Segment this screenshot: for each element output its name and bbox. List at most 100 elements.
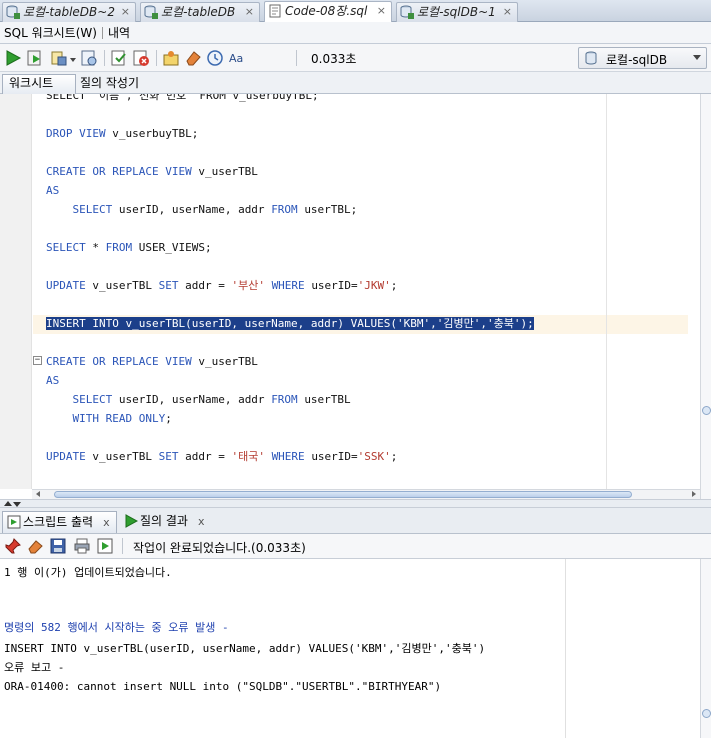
scroll-left-icon[interactable] <box>36 491 40 497</box>
database-icon <box>585 51 597 65</box>
scroll-knob[interactable] <box>702 709 711 718</box>
pin-icon[interactable] <box>5 538 21 554</box>
worksheet-mode-bar: SQL 워크시트(W) 내역 <box>0 22 711 44</box>
code-line[interactable]: SELECT 이름 , 전화 번호 FROM v_userbuyTBL; <box>46 94 319 105</box>
scroll-thumb[interactable] <box>54 491 632 498</box>
code-line[interactable]: SELECT * FROM USER_VIEWS; <box>46 238 212 257</box>
code-token: v_userTBL <box>92 450 159 463</box>
connection-select[interactable]: 로컬-sqlDB <box>578 47 707 69</box>
code-line[interactable]: UPDATE v_userTBL SET addr = '태국' WHERE u… <box>46 447 397 466</box>
sql-tuning-icon[interactable] <box>162 49 180 67</box>
expand-up-icon[interactable] <box>4 501 12 506</box>
code-token: FROM <box>105 241 139 254</box>
autotrace-icon[interactable] <box>50 49 68 67</box>
code-token: SELECT <box>46 203 119 216</box>
close-icon[interactable]: × <box>377 2 386 20</box>
code-line[interactable]: AS <box>46 371 59 390</box>
expand-down-icon[interactable] <box>13 502 21 507</box>
code-token: CREATE OR REPLACE VIEW <box>46 165 199 178</box>
output-toolbar: 작업이 완료되었습니다.(0.033초) <box>0 534 711 559</box>
close-icon[interactable]: × <box>503 3 512 21</box>
output-line: ORA-01400: cannot insert NULL into ("SQL… <box>4 680 442 693</box>
code-token: UPDATE <box>46 279 93 292</box>
print-icon[interactable] <box>74 538 90 554</box>
code-line[interactable]: CREATE OR REPLACE VIEW v_userTBL <box>46 352 258 371</box>
code-line[interactable]: SELECT userID, userName, addr FROM userT… <box>46 200 357 219</box>
doc-tab-local-tabledb-2[interactable]: 로컬-tableDB~2 × <box>2 2 136 22</box>
code-line[interactable]: UPDATE v_userTBL SET addr = '부산' WHERE u… <box>46 276 397 295</box>
doc-tab-local-tabledb[interactable]: 로컬-tableDB × <box>140 2 260 22</box>
sql-history-icon[interactable] <box>206 49 224 67</box>
code-token: AS <box>46 184 60 197</box>
run-result-icon <box>125 514 138 528</box>
doc-tab-code-08-sql[interactable]: Code-08장.sql × <box>264 1 392 23</box>
chevron-down-icon[interactable] <box>70 58 76 62</box>
sql-file-icon <box>269 4 281 18</box>
tab-query-builder[interactable]: 질의 작성기 <box>74 75 145 94</box>
code-token: ; <box>390 450 398 463</box>
code-line[interactable]: WITH READ ONLY; <box>46 409 172 428</box>
code-token: WHERE <box>271 450 312 463</box>
code-token: 'JKW' <box>357 279 391 292</box>
code-token: DROP VIEW <box>46 127 113 140</box>
code-token: WITH READ ONLY <box>46 412 166 425</box>
explain-plan-icon[interactable] <box>80 49 98 67</box>
rollback-icon[interactable] <box>132 49 150 67</box>
fold-toggle-icon[interactable]: − <box>33 356 42 365</box>
code-line[interactable]: AS <box>46 181 59 200</box>
script-output-icon[interactable] <box>97 538 113 554</box>
code-token: WHERE <box>271 279 312 292</box>
editor-vertical-scrollbar[interactable] <box>700 94 711 499</box>
output-line: 오류 보고 - <box>4 661 65 674</box>
doc-tab-label: 로컬-sqlDB~1 <box>417 5 496 19</box>
code-token: userTBL; <box>304 203 358 216</box>
right-margin-line <box>606 94 607 489</box>
panel-splitter[interactable] <box>0 499 711 508</box>
code-token: ; <box>165 412 172 425</box>
format-case-icon[interactable]: Aa <box>228 49 246 67</box>
divider <box>156 50 157 66</box>
code-token: addr = <box>185 279 232 292</box>
code-line[interactable]: DROP VIEW v_userbuyTBL; <box>46 124 198 143</box>
output-line: 명령의 582 행에서 시작하는 중 오류 발생 - <box>4 621 229 634</box>
divider <box>104 50 105 66</box>
code-token: userTBL <box>304 393 351 406</box>
clear-eraser-icon[interactable] <box>184 49 202 67</box>
output-tab-bar: 스크립트 출력 x 질의 결과 x <box>0 508 711 534</box>
run-statement-icon[interactable] <box>4 49 22 67</box>
editor-gutter <box>0 94 32 489</box>
close-icon[interactable]: × <box>245 3 254 21</box>
tab-history[interactable]: 내역 <box>108 25 130 41</box>
output-vertical-scrollbar[interactable] <box>700 559 711 738</box>
commit-icon[interactable] <box>110 49 128 67</box>
script-output-area[interactable]: 1 행 이(가) 업데이트되었습니다. 명령의 582 행에서 시작하는 중 오류… <box>0 559 700 738</box>
run-script-icon[interactable] <box>26 49 44 67</box>
sql-editor[interactable]: − SELECT 이름 , 전화 번호 FROM v_userbuyTBL; DR… <box>0 94 700 489</box>
doc-tab-local-sqldb-1[interactable]: 로컬-sqlDB~1 × <box>396 2 518 22</box>
divider <box>102 27 103 39</box>
clear-eraser-icon[interactable] <box>27 538 43 554</box>
code-token: SET <box>158 279 186 292</box>
scroll-knob[interactable] <box>702 406 711 415</box>
tab-query-result[interactable]: 질의 결과 x <box>120 511 211 533</box>
code-token: userID= <box>311 450 358 463</box>
code-line[interactable]: SELECT userID, userName, addr FROM userT… <box>46 390 351 409</box>
code-token: UPDATE <box>46 450 93 463</box>
tab-script-output[interactable]: 스크립트 출력 x <box>2 511 117 533</box>
divider <box>122 538 123 554</box>
scroll-right-icon[interactable] <box>692 491 696 497</box>
doc-tab-label: Code-08장.sql <box>285 4 368 18</box>
worksheet-toolbar: Aa 0.033초 로컬-sqlDB <box>0 44 711 72</box>
save-icon[interactable] <box>50 538 66 554</box>
database-connection-icon <box>6 5 20 19</box>
close-icon[interactable]: × <box>121 3 130 21</box>
close-icon[interactable]: x <box>198 515 205 528</box>
tab-worksheet[interactable]: 워크시트 <box>2 74 76 94</box>
code-token: SELECT <box>46 241 93 254</box>
close-icon[interactable]: x <box>103 516 110 529</box>
script-output-icon <box>7 515 21 529</box>
code-line[interactable]: INSERT INTO v_userTBL(userID, userName, … <box>46 314 534 333</box>
editor-horizontal-scrollbar[interactable] <box>32 489 700 499</box>
tab-sql-worksheet[interactable]: SQL 워크시트(W) <box>4 25 97 41</box>
code-line[interactable]: CREATE OR REPLACE VIEW v_userTBL <box>46 162 258 181</box>
